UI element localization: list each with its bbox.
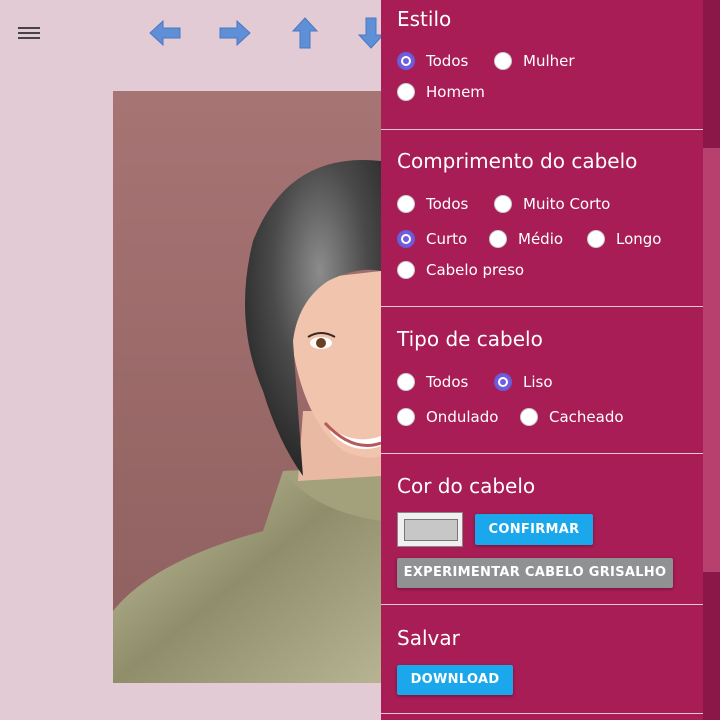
type-option-todos[interactable]: Todos — [397, 373, 468, 391]
style-option-homem[interactable]: Homem — [397, 83, 485, 101]
save-section: Salvar — [381, 605, 703, 714]
length-section: Comprimento do cabelo Todos Muito Corto … — [381, 130, 703, 307]
style-option-todos[interactable]: Todos — [397, 52, 468, 70]
length-option-curto[interactable]: Curto — [397, 230, 467, 248]
arrow-up-icon[interactable] — [288, 16, 322, 50]
color-swatch — [404, 519, 458, 541]
length-option-medio[interactable]: Médio — [489, 230, 563, 248]
radio-button[interactable] — [520, 408, 538, 426]
radio-button[interactable] — [397, 52, 415, 70]
radio-button[interactable] — [489, 230, 507, 248]
type-option-ondulado[interactable]: Ondulado — [397, 408, 498, 426]
radio-button[interactable] — [397, 83, 415, 101]
radio-button[interactable] — [494, 373, 512, 391]
radio-button[interactable] — [494, 195, 512, 213]
length-option-todos[interactable]: Todos — [397, 195, 468, 213]
try-gray-hair-button[interactable]: EXPERIMENTAR CABELO GRISALHO — [397, 558, 673, 588]
length-option-cabelo-preso[interactable]: Cabelo preso — [397, 261, 524, 279]
radio-button[interactable] — [494, 52, 512, 70]
style-option-mulher[interactable]: Mulher — [494, 52, 575, 70]
radio-button[interactable] — [397, 408, 415, 426]
arrow-right-icon[interactable] — [218, 16, 252, 50]
radio-button[interactable] — [397, 195, 415, 213]
type-section: Tipo de cabelo Todos Liso Ondulado Cache… — [381, 307, 703, 454]
options-panel: Estilo Todos Mulher Homem Comprimento do… — [381, 0, 703, 720]
arrow-left-icon[interactable] — [148, 16, 182, 50]
hair-color-picker[interactable] — [397, 512, 463, 547]
type-option-cacheado[interactable]: Cacheado — [520, 408, 624, 426]
radio-button[interactable] — [587, 230, 605, 248]
color-title: Cor do cabelo — [397, 474, 536, 498]
length-option-muito-corto[interactable]: Muito Corto — [494, 195, 610, 213]
menu-icon — [18, 27, 40, 29]
confirm-button[interactable]: CONFIRMAR — [475, 514, 593, 545]
menu-button[interactable] — [18, 24, 40, 42]
length-title: Comprimento do cabelo — [397, 149, 638, 173]
style-section: Estilo Todos Mulher Homem — [381, 0, 703, 130]
style-title: Estilo — [397, 7, 452, 31]
scrollbar-thumb[interactable] — [703, 148, 720, 572]
download-button[interactable]: DOWNLOAD — [397, 665, 513, 695]
type-option-liso[interactable]: Liso — [494, 373, 553, 391]
length-option-longo[interactable]: Longo — [587, 230, 661, 248]
radio-button[interactable] — [397, 230, 415, 248]
save-title: Salvar — [397, 626, 460, 650]
radio-button[interactable] — [397, 373, 415, 391]
radio-button[interactable] — [397, 261, 415, 279]
hairstyle-preview-photo — [113, 91, 381, 683]
type-title: Tipo de cabelo — [397, 327, 543, 351]
